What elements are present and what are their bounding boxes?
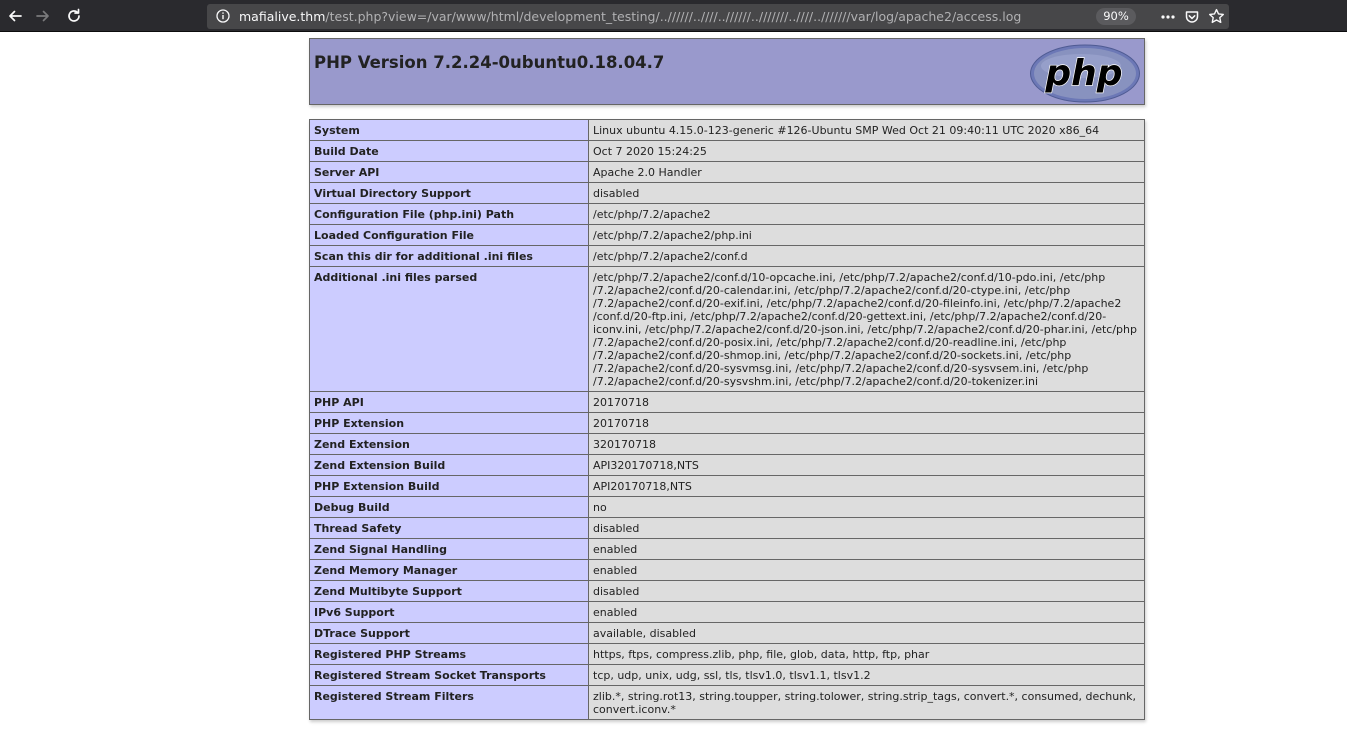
table-row: Server API Apache 2.0 Handler — [309, 161, 1145, 183]
reload-icon — [68, 8, 80, 22]
row-label: Debug Build — [309, 496, 589, 518]
row-value: zlib.*, string.rot13, string.toupper, st… — [588, 685, 1145, 720]
url-text[interactable]: mafialive.thm/test.php?view=/var/www/htm… — [239, 9, 1077, 25]
row-label: Loaded Configuration File — [309, 224, 589, 246]
table-row: Registered Stream Socket Transports tcp, … — [309, 664, 1145, 686]
reload-button[interactable] — [63, 5, 85, 27]
row-value: enabled — [588, 559, 1145, 581]
more-dots-icon — [1161, 14, 1175, 19]
url-bar[interactable]: mafialive.thm/test.php?view=/var/www/htm… — [207, 4, 1229, 29]
row-label: Scan this dir for additional .ini files — [309, 245, 589, 267]
table-row: Zend Memory Manager enabled — [309, 559, 1145, 581]
table-row: Configuration File (php.ini) Path/etc/ph… — [309, 203, 1145, 225]
row-label: IPv6 Support — [309, 601, 589, 623]
row-value: /etc/php/7.2/apache2/conf.d/10-opcache.i… — [588, 266, 1145, 392]
php-version-title: PHP Version 7.2.24-0ubuntu0.18.04.7 — [314, 53, 665, 72]
row-value: Apache 2.0 Handler — [588, 161, 1145, 183]
phpinfo-table-body: System Linux ubuntu 4.15.0-123-generic #1… — [309, 119, 1145, 720]
row-label: Registered PHP Streams — [309, 643, 589, 665]
row-value: enabled — [588, 601, 1145, 623]
star-icon — [1208, 8, 1224, 24]
row-value: 320170718 — [588, 433, 1145, 455]
url-host: mafialive.thm — [239, 9, 326, 24]
row-label: System — [309, 119, 589, 141]
row-value: disabled — [588, 517, 1145, 539]
bookmark-button[interactable] — [1205, 4, 1227, 29]
row-label: PHP API — [309, 391, 589, 413]
row-value: no — [588, 496, 1145, 518]
table-row: PHP Extension 20170718 — [309, 412, 1145, 434]
table-row: Zend Multibyte Support disabled — [309, 580, 1145, 602]
row-value: enabled — [588, 538, 1145, 560]
table-row: Thread Safety disabled — [309, 517, 1145, 539]
row-value: tcp, udp, unix, udg, ssl, tls, tlsv1.0, … — [588, 664, 1145, 686]
row-value: disabled — [588, 580, 1145, 602]
row-value: 20170718 — [588, 412, 1145, 434]
row-label: Zend Memory Manager — [309, 559, 589, 581]
row-label: Virtual Directory Support — [309, 182, 589, 204]
row-label: PHP Extension Build — [309, 475, 589, 497]
pocket-button[interactable] — [1181, 4, 1203, 29]
pocket-icon — [1185, 10, 1199, 23]
phpinfo-table: System Linux ubuntu 4.15.0-123-generic #1… — [309, 119, 1145, 720]
table-row: Registered Stream Filters zlib.*, string.… — [309, 685, 1145, 720]
back-button[interactable] — [4, 5, 26, 27]
table-row: Build Date Oct 7 2020 15:24:25 — [309, 140, 1145, 162]
row-label: Additional .ini files parsed — [309, 266, 589, 392]
row-value: 20170718 — [588, 391, 1145, 413]
table-row: Zend Extension 320170718 — [309, 433, 1145, 455]
table-row: Virtual Directory Support disabled — [309, 182, 1145, 204]
row-label: PHP Extension — [309, 412, 589, 434]
url-path: /test.php?view=/var/www/html/development… — [325, 9, 1022, 24]
table-row: Zend Extension Build API320170718,NTS — [309, 454, 1145, 476]
table-row: IPv6 Support enabled — [309, 601, 1145, 623]
table-row: PHP API 20170718 — [309, 391, 1145, 413]
table-row: PHP Extension Build API20170718,NTS — [309, 475, 1145, 497]
row-label: Registered Stream Socket Transports — [309, 664, 589, 686]
php-logo-text: php — [1044, 53, 1122, 94]
row-label: Zend Multibyte Support — [309, 580, 589, 602]
row-label: Zend Extension Build — [309, 454, 589, 476]
row-value: disabled — [588, 182, 1145, 204]
url-fade — [1037, 6, 1082, 27]
table-row: Registered PHP Streams https, ftps, compr… — [309, 643, 1145, 665]
row-value: API320170718,NTS — [588, 454, 1145, 476]
row-value: /etc/php/7.2/apache2/php.ini — [588, 224, 1145, 246]
row-label: Zend Extension — [309, 433, 589, 455]
forward-button[interactable] — [32, 5, 54, 27]
table-row: System Linux ubuntu 4.15.0-123-generic #1… — [309, 119, 1145, 141]
site-info-icon[interactable] — [216, 9, 230, 23]
php-logo[interactable]: php — [1029, 44, 1141, 103]
row-label: Thread Safety — [309, 517, 589, 539]
row-label: Registered Stream Filters — [309, 685, 589, 720]
row-label: Build Date — [309, 140, 589, 162]
zoom-indicator[interactable]: 90% — [1096, 8, 1136, 25]
row-label: DTrace Support — [309, 622, 589, 644]
row-label: Configuration File (php.ini) Path — [309, 203, 589, 225]
table-row: Loaded Configuration File/etc/php/7.2/ap… — [309, 224, 1145, 246]
table-row: Scan this dir for additional .ini files /… — [309, 245, 1145, 267]
browser-toolbar: mafialive.thm/test.php?view=/var/www/htm… — [0, 0, 1347, 32]
row-value: https, ftps, compress.zlib, php, file, g… — [588, 643, 1145, 665]
page-actions-button[interactable] — [1157, 4, 1179, 29]
table-row: Zend Signal Handling enabled — [309, 538, 1145, 560]
phpinfo-header: PHP Version 7.2.24-0ubuntu0.18.04.7 php — [309, 38, 1145, 105]
row-label: Server API — [309, 161, 589, 183]
row-value: Oct 7 2020 15:24:25 — [588, 140, 1145, 162]
row-value: available, disabled — [588, 622, 1145, 644]
table-row: Additional .ini files parsed/etc/php/7.2… — [309, 266, 1145, 392]
back-arrow-icon — [9, 10, 22, 22]
phpinfo-page: PHP Version 7.2.24-0ubuntu0.18.04.7 php … — [309, 38, 1145, 720]
row-value: Linux ubuntu 4.15.0-123-generic #126-Ubu… — [588, 119, 1145, 141]
table-row: Debug Build no — [309, 496, 1145, 518]
table-row: DTrace Support available, disabled — [309, 622, 1145, 644]
row-value: API20170718,NTS — [588, 475, 1145, 497]
row-label: Zend Signal Handling — [309, 538, 589, 560]
row-value: /etc/php/7.2/apache2 — [588, 203, 1145, 225]
forward-arrow-icon — [36, 10, 49, 22]
row-value: /etc/php/7.2/apache2/conf.d — [588, 245, 1145, 267]
